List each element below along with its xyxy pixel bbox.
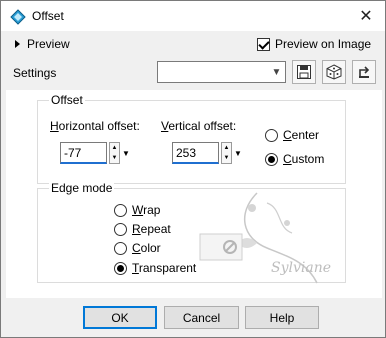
horizontal-offset-dropdown-icon[interactable]: ▼ [121,142,131,164]
offset-dialog: Offset ✕ Preview Preview on Image Settin… [0,0,386,338]
wrap-label: Wrap [132,203,161,217]
preview-expander[interactable]: Preview [15,37,70,51]
ok-label: OK [111,310,129,325]
preview-on-image-label: Preview on Image [275,37,372,51]
cancel-button[interactable]: Cancel [164,306,239,329]
repeat-radio[interactable]: Repeat [114,222,171,236]
radio-unselected-icon [114,203,127,217]
preview-label: Preview [27,37,70,51]
edge-mode-group-title: Edge mode [49,181,115,195]
settings-dropdown[interactable]: ▼ [157,61,286,83]
app-icon [10,9,26,25]
close-button[interactable]: ✕ [347,1,385,31]
horizontal-offset-input[interactable]: -77 [60,142,107,164]
horizontal-offset-stepper[interactable]: ▲ ▼ [109,142,120,164]
vertical-offset-dropdown-icon[interactable]: ▼ [233,142,243,164]
vertical-offset-spinner[interactable]: 253 ▲ ▼ ▼ [172,142,243,164]
up-arrow-icon[interactable]: ▲ [222,143,231,153]
color-radio[interactable]: Color [114,241,161,255]
center-label: Center [283,128,320,142]
cancel-label: Cancel [182,310,221,325]
reset-icon [359,66,370,78]
randomize-icon [326,64,342,80]
horizontal-offset-spinner[interactable]: -77 ▲ ▼ ▼ [60,142,131,164]
radio-selected-icon [114,261,127,275]
down-arrow-icon[interactable]: ▼ [222,153,231,163]
help-label: Help [269,310,295,325]
transparent-label: Transparent [132,261,197,275]
radio-unselected-icon [265,128,278,142]
watermark-signature: Sylviane [271,260,332,276]
ok-button[interactable]: OK [83,306,157,329]
preview-on-image-checkbox[interactable]: Preview on Image [257,37,371,51]
randomize-button[interactable] [322,60,346,84]
transparent-radio[interactable]: Transparent [114,261,196,275]
chevron-down-icon: ▼ [271,66,282,78]
vertical-offset-label: Vertical offset: [161,119,237,133]
reset-button[interactable] [352,60,376,84]
radio-selected-icon [265,152,278,166]
save-preset-button[interactable] [292,60,316,84]
vertical-offset-input[interactable]: 253 [172,142,219,164]
repeat-label: Repeat [132,222,171,236]
checkbox-checked-icon [257,37,270,51]
settings-label: Settings [13,66,57,80]
window-title: Offset [32,9,64,23]
horizontal-offset-label: Horizontal offset: [50,119,140,133]
up-arrow-icon[interactable]: ▲ [110,143,119,153]
radio-unselected-icon [114,222,127,236]
wrap-radio[interactable]: Wrap [114,203,160,217]
offset-group-title: Offset [49,93,85,107]
help-button[interactable]: Help [245,306,319,329]
title-bar: Offset ✕ [1,1,385,31]
custom-radio[interactable]: Custom [265,152,324,166]
down-arrow-icon[interactable]: ▼ [110,153,119,163]
custom-label: Custom [283,152,325,166]
parameters-panel: Offset Horizontal offset: Vertical offse… [6,90,382,298]
center-radio[interactable]: Center [265,128,319,142]
close-icon: ✕ [359,8,373,25]
save-preset-icon [297,65,311,79]
color-label: Color [132,241,161,255]
expand-triangle-icon [15,40,20,48]
radio-unselected-icon [114,241,127,255]
vertical-offset-stepper[interactable]: ▲ ▼ [221,142,232,164]
